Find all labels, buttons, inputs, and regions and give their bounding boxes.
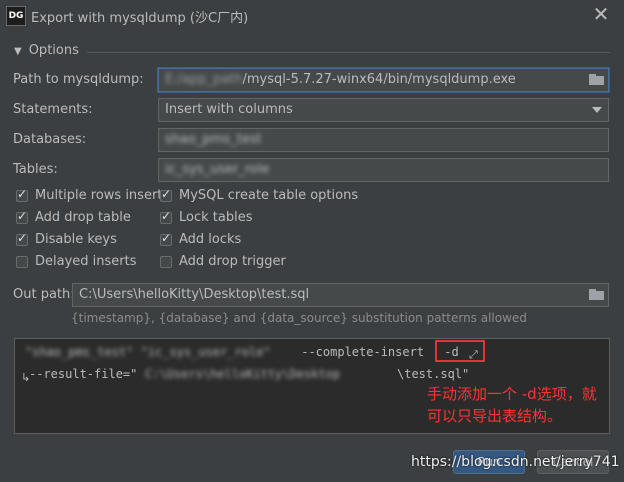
result-file-hidden-path: C:\Users\helloKitty\Desktop bbox=[145, 367, 341, 381]
multiple-rows-inserts-checkbox[interactable] bbox=[16, 187, 28, 202]
path-value: E:/app_path/mysql-5.7.27-winx64/bin/mysq… bbox=[165, 72, 516, 87]
out-path-value: C:\Users\helloKitty\Desktop\test.sql bbox=[79, 287, 310, 302]
window-title: Export with mysqldump (沙C厂内) bbox=[31, 11, 249, 26]
statements-value: Insert with columns bbox=[165, 102, 293, 117]
result-file-suffix: \test.sql" bbox=[397, 367, 470, 381]
path-to-mysqldump-field[interactable]: E:/app_path/mysql-5.7.27-winx64/bin/mysq… bbox=[158, 68, 609, 92]
annotation-line-1: 手动添加一个 -d选项，就 bbox=[427, 385, 597, 403]
lock-tables-checkbox[interactable] bbox=[160, 209, 172, 224]
browse-folder-icon[interactable] bbox=[589, 73, 604, 85]
databases-field[interactable]: shao_pms_test bbox=[158, 128, 609, 152]
add-locks-checkbox[interactable] bbox=[160, 231, 172, 246]
path-hidden-part: E:/app_path bbox=[165, 72, 243, 87]
add-drop-trigger-checkbox[interactable] bbox=[160, 256, 172, 268]
options-section-header[interactable]: ▼ Options bbox=[14, 43, 79, 58]
add-drop-table-checkbox[interactable] bbox=[16, 209, 28, 224]
out-path-field[interactable]: C:\Users\helloKitty\Desktop\test.sql bbox=[72, 283, 609, 307]
mysql-create-table-options-label: MySQL create table options bbox=[179, 188, 359, 203]
out-path-label: Out path: bbox=[13, 287, 75, 302]
path-visible-part: /mysql-5.7.27-winx64/bin/mysqldump.exe bbox=[242, 72, 516, 87]
disable-keys-label: Disable keys bbox=[35, 232, 117, 247]
highlight-box bbox=[435, 340, 485, 362]
chevron-down-icon bbox=[592, 107, 602, 113]
add-locks-label: Add locks bbox=[179, 232, 242, 247]
tables-value: ic_sys_user_role bbox=[165, 162, 270, 177]
databases-label: Databases: bbox=[13, 132, 87, 147]
add-drop-trigger-label: Add drop trigger bbox=[179, 254, 286, 269]
browse-folder-icon[interactable] bbox=[589, 288, 604, 300]
path-label: Path to mysqldump: bbox=[13, 72, 144, 87]
command-db-table-args: "shao_pms_test" "ic_sys_user_role" bbox=[25, 345, 271, 359]
disable-keys-checkbox[interactable] bbox=[16, 231, 28, 246]
annotation-line-2: 可以只导出表结构。 bbox=[427, 407, 563, 425]
datagrip-app-icon: DG bbox=[6, 6, 26, 26]
statements-label: Statements: bbox=[13, 102, 93, 117]
delayed-inserts-checkbox[interactable] bbox=[16, 256, 28, 268]
watermark: https://blog.csdn.net/jerry741 bbox=[411, 454, 620, 470]
section-divider bbox=[87, 52, 610, 53]
result-file-prefix: --result-file=" bbox=[29, 367, 138, 381]
mysql-create-table-options-checkbox[interactable] bbox=[160, 187, 172, 202]
multiple-rows-inserts-label: Multiple rows inserts bbox=[35, 188, 170, 203]
add-drop-table-label: Add drop table bbox=[35, 210, 131, 225]
statements-dropdown[interactable]: Insert with columns bbox=[158, 98, 609, 122]
substitution-hint: {timestamp}, {database} and {data_source… bbox=[71, 311, 527, 325]
options-label: Options bbox=[28, 43, 79, 58]
tables-field[interactable]: ic_sys_user_role bbox=[158, 158, 609, 182]
tables-label: Tables: bbox=[13, 162, 58, 177]
delayed-inserts-label: Delayed inserts bbox=[35, 254, 137, 269]
collapse-triangle-icon[interactable]: ▼ bbox=[14, 46, 22, 57]
databases-value: shao_pms_test bbox=[165, 132, 262, 147]
lock-tables-label: Lock tables bbox=[179, 210, 253, 225]
close-icon[interactable]: ✕ bbox=[590, 3, 612, 25]
complete-insert-flag: --complete-insert bbox=[294, 345, 425, 359]
